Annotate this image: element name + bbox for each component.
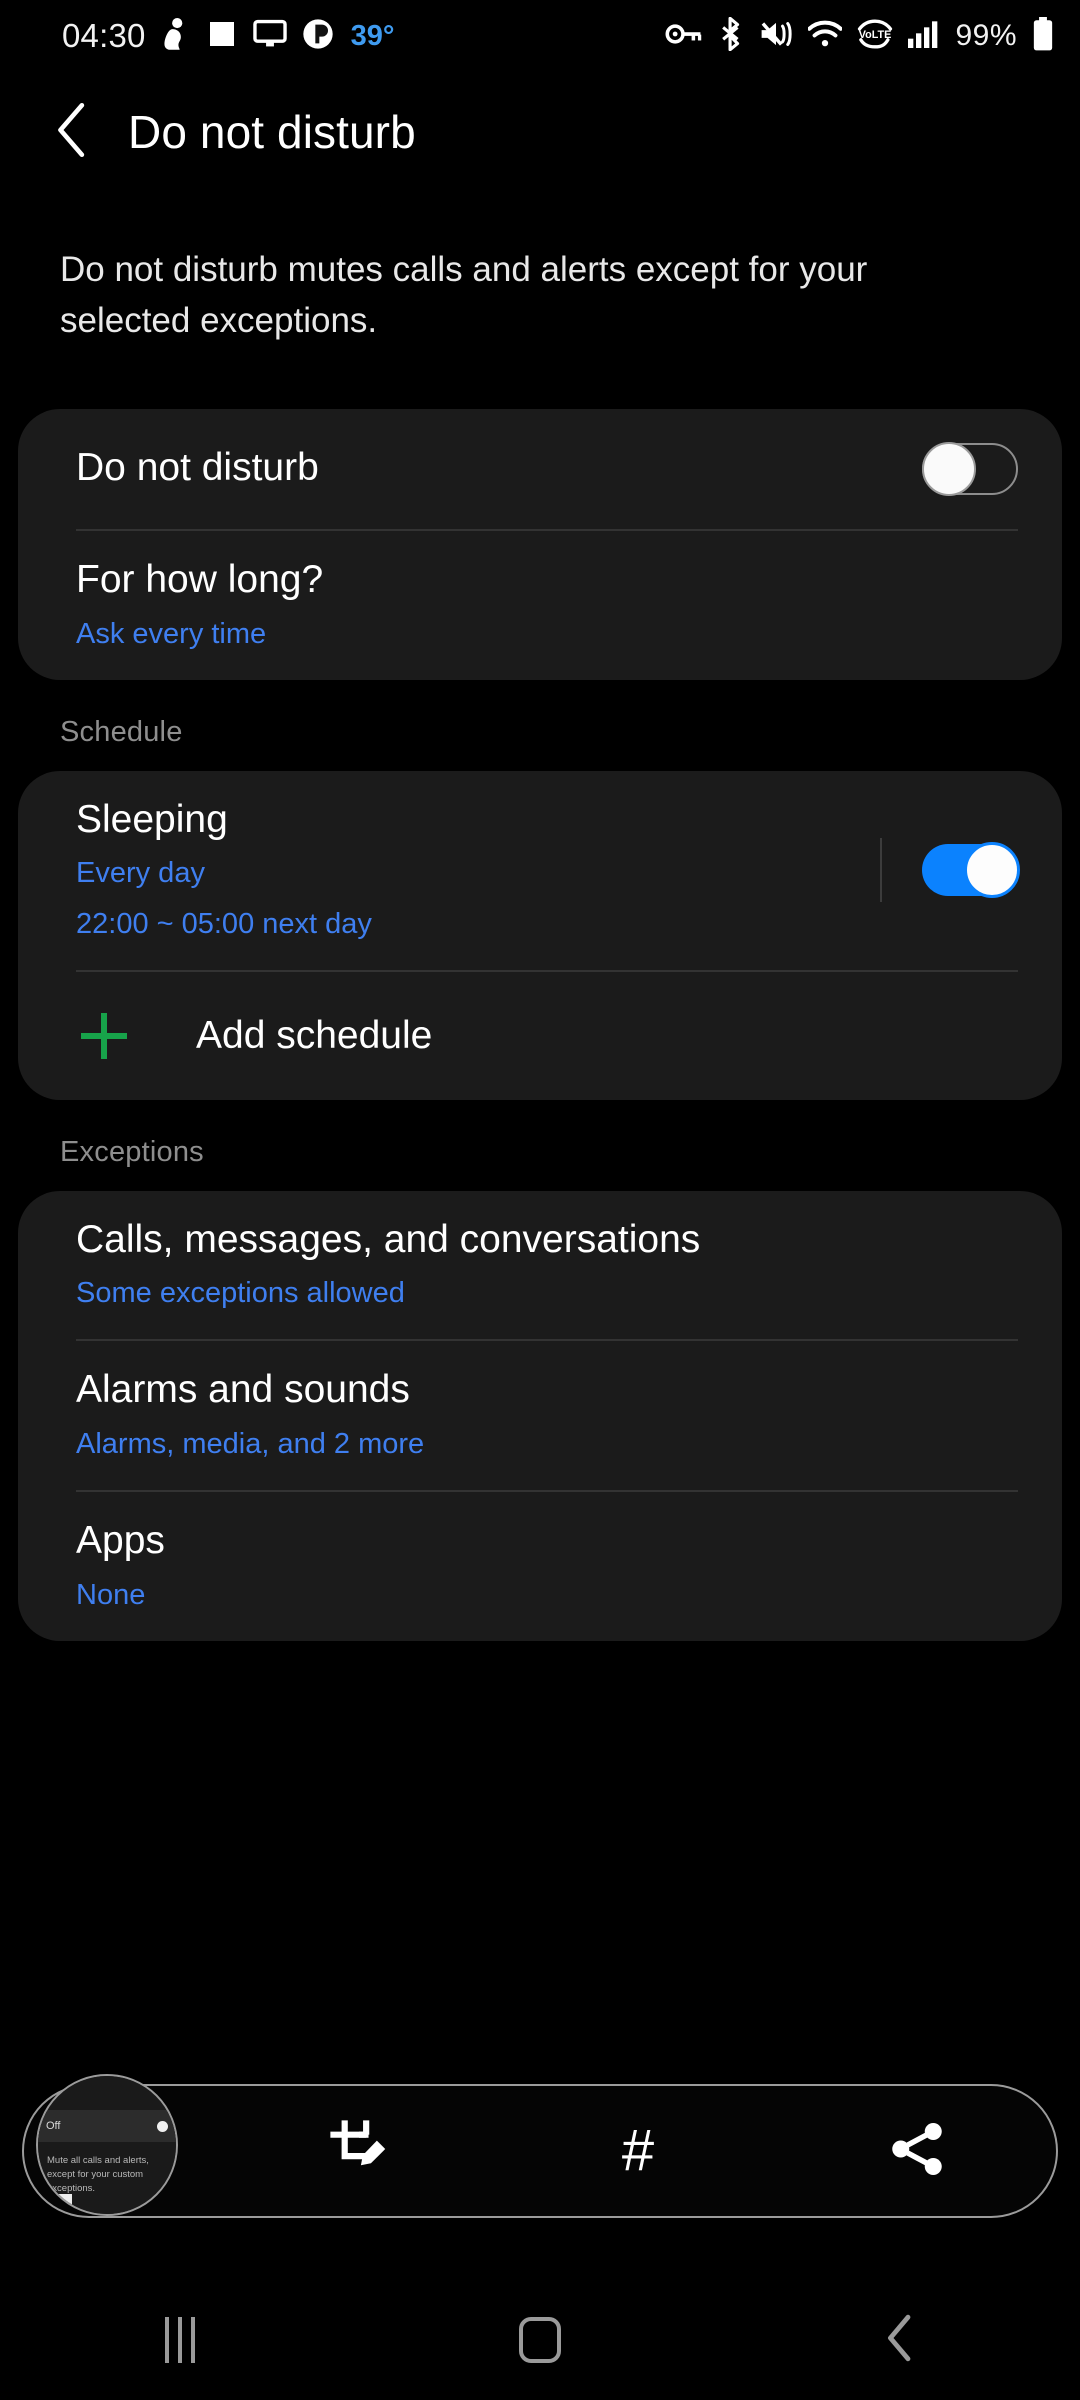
- duration-row[interactable]: For how long? Ask every time: [18, 531, 1062, 680]
- exception-apps-title: Apps: [76, 1519, 165, 1563]
- battery-percent-label: 99%: [955, 19, 1017, 52]
- home-icon: [519, 2317, 561, 2363]
- exception-row-alarms[interactable]: Alarms and sounds Alarms, media, and 2 m…: [18, 1341, 1062, 1490]
- thumbnail-status-row: Off: [38, 2110, 176, 2142]
- exception-alarms-title: Alarms and sounds: [76, 1368, 410, 1412]
- schedule-item-texts: Sleeping Every day 22:00 ~ 05:00 next da…: [76, 771, 880, 970]
- dnd-switch-knob: [922, 441, 976, 496]
- recents-icon: [165, 2317, 195, 2363]
- monitor-icon: [252, 18, 287, 55]
- exception-alarms-texts: Alarms and sounds Alarms, media, and 2 m…: [76, 1341, 1018, 1490]
- dnd-row-texts: Do not disturb: [76, 419, 922, 518]
- page-title: Do not disturb: [128, 106, 416, 158]
- vibrate-mute-icon: [759, 18, 793, 55]
- status-bar-left: 04:30 39°: [62, 17, 394, 56]
- crop-edit-icon: [328, 2118, 390, 2185]
- page-description: Do not disturb mutes calls and alerts ex…: [60, 250, 868, 341]
- duration-subtitle: Ask every time: [76, 617, 267, 650]
- dnd-switch[interactable]: [922, 441, 1018, 496]
- exception-row-calls[interactable]: Calls, messages, and conversations Some …: [18, 1191, 1062, 1340]
- dnd-title: Do not disturb: [76, 446, 319, 490]
- hashtag-tag-icon: #: [621, 2118, 655, 2183]
- app-bar: Do not disturb: [0, 72, 1080, 192]
- exception-alarms-subtitle: Alarms, media, and 2 more: [76, 1428, 425, 1461]
- thumbnail-toggle-dot: [157, 2120, 168, 2132]
- chevron-left-icon: [55, 102, 89, 163]
- home-button[interactable]: [360, 2280, 720, 2400]
- exception-calls-texts: Calls, messages, and conversations Some …: [76, 1191, 1018, 1340]
- screenshot-thumbnail[interactable]: Off Mute all calls and alerts, except fo…: [36, 2074, 178, 2216]
- screenshot-tool-buttons: #: [220, 2084, 1056, 2218]
- crop-edit-button[interactable]: [220, 2084, 499, 2218]
- schedule-item-title: Sleeping: [76, 797, 228, 841]
- plus-icon: [76, 1008, 132, 1064]
- exception-calls-title: Calls, messages, and conversations: [76, 1217, 701, 1261]
- thumbnail-status-label: Off: [46, 2120, 61, 2132]
- wifi-icon: [807, 20, 844, 53]
- tag-button[interactable]: #: [499, 2084, 778, 2218]
- schedule-item-days: Every day: [76, 857, 205, 890]
- duration-row-texts: For how long? Ask every time: [76, 531, 1018, 680]
- vpn-key-icon: [665, 21, 703, 52]
- add-schedule-row[interactable]: Add schedule: [18, 972, 1062, 1100]
- person-icon: [161, 17, 191, 56]
- bluetooth-icon: [718, 16, 744, 56]
- thumbnail-preview: Off Mute all calls and alerts, except fo…: [38, 2076, 176, 2214]
- schedule-card: Sleeping Every day 22:00 ~ 05:00 next da…: [18, 770, 1062, 1100]
- exception-calls-subtitle: Some exceptions allowed: [76, 1277, 405, 1310]
- status-bar: 04:30 39° VoLTE 99%: [0, 0, 1080, 72]
- duration-title: For how long?: [76, 557, 324, 601]
- add-schedule-label: Add schedule: [196, 1013, 433, 1057]
- thumbnail-corner-nub: [58, 2194, 72, 2210]
- thumbnail-body-text: Mute all calls and alerts, except for yo…: [47, 2155, 149, 2194]
- exceptions-card: Calls, messages, and conversations Some …: [18, 1190, 1062, 1641]
- dnd-toggle-row[interactable]: Do not disturb: [18, 409, 1062, 529]
- media-play-icon: [302, 18, 334, 55]
- exceptions-section-header: Exceptions: [60, 1135, 204, 1168]
- schedule-item-time: 22:00 ~ 05:00 next day: [76, 907, 372, 940]
- phone-screen: 04:30 39° VoLTE 99% Do not disturb Do no…: [0, 0, 1080, 2400]
- screenshot-toolbar: Off Mute all calls and alerts, except fo…: [22, 2074, 1058, 2218]
- nav-back-button[interactable]: [720, 2280, 1080, 2400]
- schedule-toggle-separator: [880, 838, 882, 903]
- schedule-section-header: Schedule: [60, 715, 183, 748]
- schedule-switch-knob: [964, 842, 1020, 899]
- schedule-switch[interactable]: [922, 842, 1020, 899]
- gallery-image-icon: [206, 18, 238, 55]
- signal-bars-icon: [908, 20, 940, 53]
- status-temperature: 39°: [350, 19, 395, 52]
- back-chevron-icon: [885, 2314, 915, 2367]
- status-bar-right: VoLTE 99%: [665, 16, 1054, 56]
- share-icon: [887, 2119, 947, 2184]
- back-button[interactable]: [40, 100, 104, 164]
- schedule-item-sleeping[interactable]: Sleeping Every day 22:00 ~ 05:00 next da…: [18, 771, 1062, 970]
- dnd-card: Do not disturb For how long? Ask every t…: [18, 408, 1062, 680]
- exception-apps-subtitle: None: [76, 1578, 146, 1611]
- share-button[interactable]: [777, 2084, 1056, 2218]
- navigation-bar: [0, 2280, 1080, 2400]
- battery-icon: [1032, 16, 1054, 56]
- svg-text:VoLTE: VoLTE: [859, 28, 892, 40]
- status-clock: 04:30: [62, 17, 146, 54]
- recents-button[interactable]: [0, 2280, 360, 2400]
- exception-row-apps[interactable]: Apps None: [18, 1492, 1062, 1641]
- volte-icon: VoLTE: [857, 18, 893, 54]
- exception-apps-texts: Apps None: [76, 1492, 1018, 1641]
